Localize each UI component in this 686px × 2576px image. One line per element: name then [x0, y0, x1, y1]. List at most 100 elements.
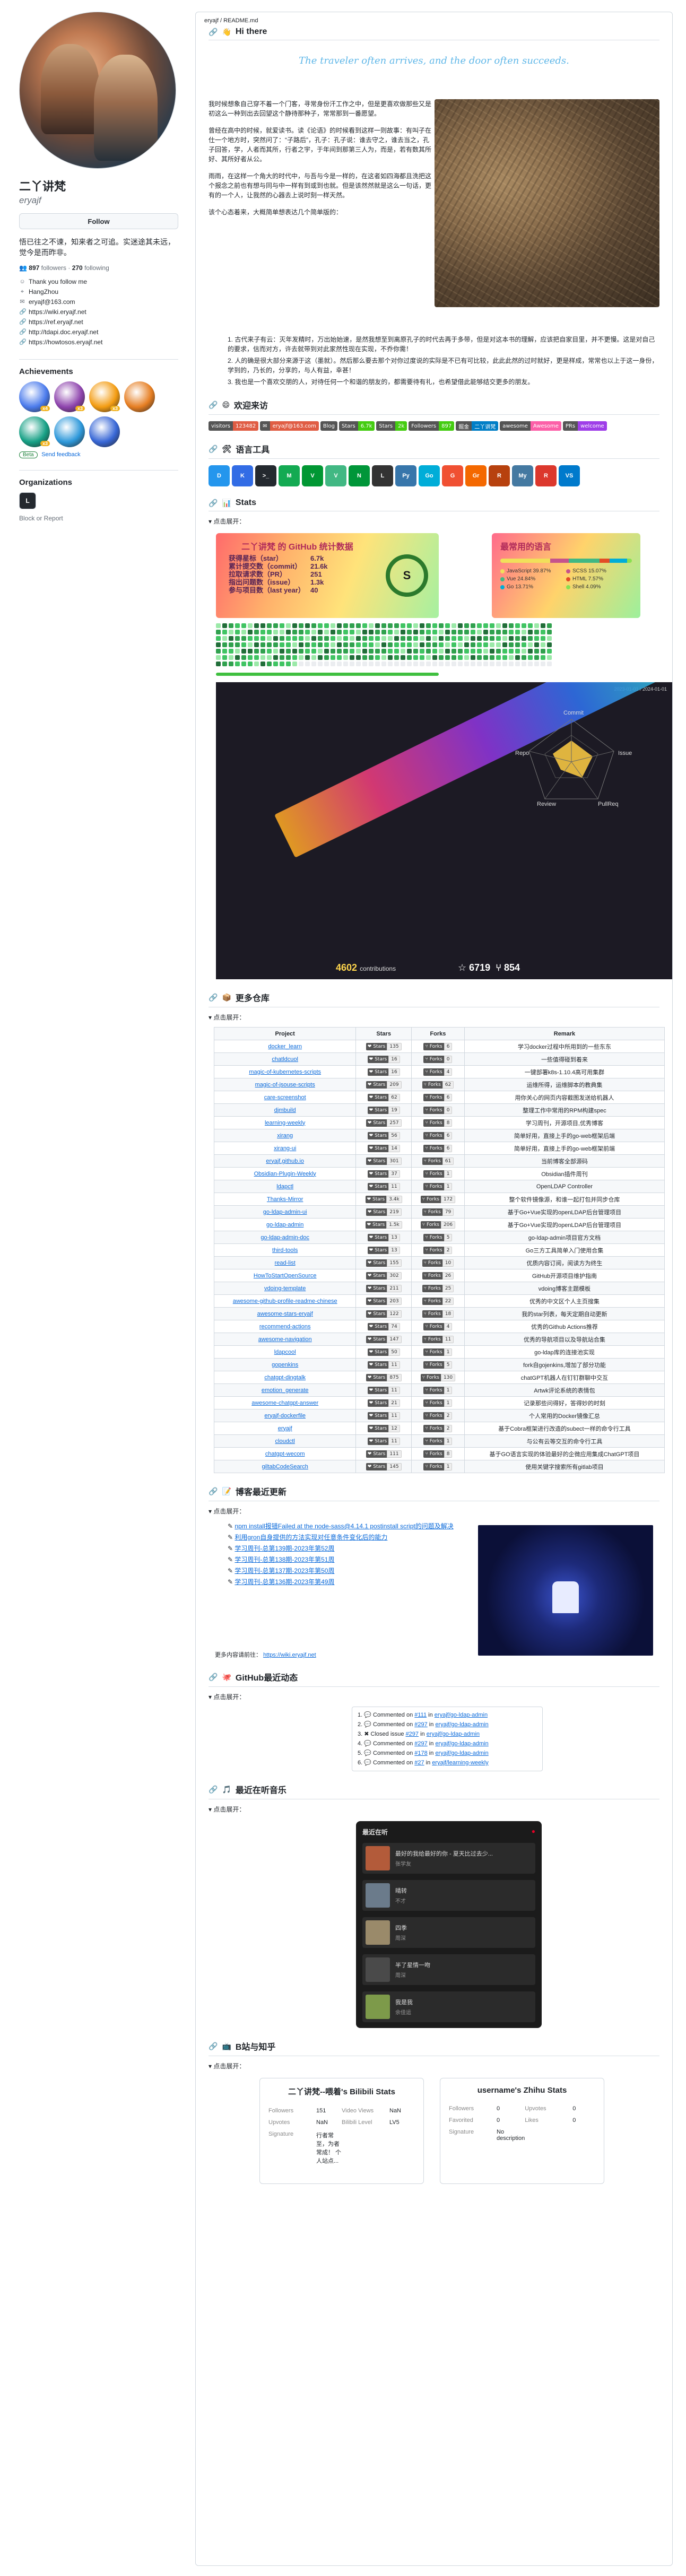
repo-link[interactable]: eryajf.github.io: [266, 1158, 304, 1164]
following-label[interactable]: following: [84, 264, 109, 272]
followers-label[interactable]: followers: [41, 264, 66, 272]
repo-link[interactable]: third-tools: [272, 1247, 298, 1254]
galaxy-brain-badge[interactable]: x3: [54, 381, 85, 412]
forks-badge[interactable]: ⑂ Forks 1: [423, 1386, 453, 1394]
stars-badge[interactable]: ❤ Stars 16: [367, 1055, 400, 1063]
repos-expand-toggle[interactable]: 点击展开：: [209, 1013, 659, 1022]
forks-badge[interactable]: ⑂ Forks 26: [422, 1272, 454, 1280]
stars-badge[interactable]: ❤ Stars 11: [367, 1437, 400, 1445]
stars-badge[interactable]: ❤ Stars 111: [366, 1450, 402, 1458]
stars-badge[interactable]: ❤ Stars 14: [367, 1144, 400, 1152]
repo-link[interactable]: xirang: [277, 1133, 293, 1139]
readme-path[interactable]: eryajf / README.md: [196, 12, 672, 27]
stars-badge[interactable]: ❤ Stars 11: [367, 1361, 400, 1369]
follow-button[interactable]: Follow: [19, 213, 178, 229]
activity-repo-link[interactable]: eryajf/go-ldap-admin: [435, 1712, 488, 1718]
following-count[interactable]: 270: [72, 264, 83, 272]
repo-link[interactable]: cloudctl: [275, 1438, 295, 1444]
repo-link[interactable]: ldapctl: [276, 1183, 293, 1190]
music-item[interactable]: 晴转 不才: [362, 1880, 535, 1911]
music-item[interactable]: 最好的我给最好的你 - 夏天比过去少... 张学友: [362, 1843, 535, 1874]
activity-expand-toggle[interactable]: 点击展开：: [209, 1692, 659, 1701]
send-feedback-link[interactable]: Send feedback: [41, 451, 80, 458]
forks-badge[interactable]: ⑂ Forks 172: [420, 1195, 456, 1203]
forks-badge[interactable]: ⑂ Forks 18: [422, 1310, 454, 1318]
repo-link[interactable]: vdoing-template: [264, 1285, 306, 1292]
forks-badge[interactable]: ⑂ Forks 0: [423, 1106, 453, 1114]
forks-badge[interactable]: ⑂ Forks 2: [423, 1246, 453, 1254]
activity-repo-link[interactable]: eryajf/go-ldap-admin: [435, 1750, 488, 1756]
starstruck-badge[interactable]: x3: [89, 381, 120, 412]
activity-issue-link[interactable]: #297: [414, 1721, 427, 1728]
repo-link[interactable]: care-screenshot: [264, 1094, 306, 1101]
repo-link[interactable]: chatgpt-wecom: [265, 1451, 305, 1457]
repo-link[interactable]: awesome-chatgpt-answer: [251, 1400, 318, 1406]
welcome-badge[interactable]: visitors 123482: [209, 421, 259, 431]
anchor-link-icon[interactable]: 🔗: [209, 445, 218, 454]
forks-badge[interactable]: ⑂ Forks 2: [423, 1412, 453, 1420]
music-item[interactable]: 半了星情一吻 周深: [362, 1954, 535, 1985]
anchor-link-icon[interactable]: 🔗: [209, 28, 218, 37]
stars-badge[interactable]: ❤ Stars 12: [367, 1424, 400, 1432]
forks-badge[interactable]: ⑂ Forks 5: [423, 1233, 453, 1241]
stars-badge[interactable]: ❤ Stars 203: [366, 1297, 402, 1305]
yolo-badge[interactable]: [124, 381, 155, 412]
arctic-code-vault-badge[interactable]: [89, 416, 120, 447]
welcome-badge[interactable]: 掘金 二丫讲梵: [456, 421, 499, 431]
profile-meta-text[interactable]: eryajf@163.com: [29, 297, 75, 307]
profile-meta-text[interactable]: https://ref.eryajf.net: [29, 317, 83, 327]
stars-badge[interactable]: ❤ Stars 302: [366, 1272, 402, 1280]
forks-badge[interactable]: ⑂ Forks 11: [422, 1335, 454, 1343]
stars-badge[interactable]: ❤ Stars 209: [366, 1081, 402, 1089]
blog-expand-toggle[interactable]: 点击展开：: [209, 1507, 659, 1516]
repo-link[interactable]: djmbuild: [274, 1107, 296, 1113]
forks-badge[interactable]: ⑂ Forks 62: [422, 1081, 454, 1089]
anchor-link-icon[interactable]: 🔗: [209, 1785, 218, 1794]
anchor-link-icon[interactable]: 🔗: [209, 993, 218, 1002]
stars-badge[interactable]: ❤ Stars 37: [367, 1170, 400, 1178]
social-expand-toggle[interactable]: 点击展开：: [209, 2061, 659, 2070]
stars-badge[interactable]: ❤ Stars 122: [366, 1310, 402, 1318]
stars-badge[interactable]: ❤ Stars 211: [366, 1284, 402, 1292]
profile-meta-text[interactable]: https://wiki.eryajf.net: [29, 307, 86, 317]
pair-extraordinaire-badge[interactable]: x3: [19, 416, 50, 447]
repo-link[interactable]: go-ldap-admin: [266, 1222, 303, 1228]
blog-post-link[interactable]: 利用gron自身提供的方法实现对任意条件变化后的能力: [235, 1534, 387, 1541]
block-report-link[interactable]: Block or Report: [19, 515, 178, 522]
repo-link[interactable]: Thanks-Mirror: [267, 1196, 303, 1203]
forks-badge[interactable]: ⑂ Forks 61: [422, 1157, 454, 1165]
stars-badge[interactable]: ❤ Stars 16: [367, 1068, 400, 1076]
activity-repo-link[interactable]: eryajf/go-ldap-admin: [435, 1740, 488, 1747]
stars-badge[interactable]: ❤ Stars 875: [366, 1373, 402, 1381]
repo-link[interactable]: awesome-navigation: [258, 1336, 312, 1343]
repo-link[interactable]: Obsidian-Plugin-Weekly: [254, 1171, 316, 1177]
welcome-badge[interactable]: ✉ eryajf@163.com: [260, 421, 319, 431]
forks-badge[interactable]: ⑂ Forks 8: [423, 1450, 453, 1458]
forks-badge[interactable]: ⑂ Forks 10: [422, 1259, 454, 1267]
repo-link[interactable]: magic-of-jsouse-scripts: [255, 1082, 315, 1088]
repo-link[interactable]: gopenkins: [272, 1362, 298, 1368]
stars-badge[interactable]: ❤ Stars 13: [367, 1233, 400, 1241]
forks-badge[interactable]: ⑂ Forks 79: [422, 1208, 454, 1216]
activity-repo-link[interactable]: eryajf/learning-weekly: [432, 1760, 488, 1766]
stars-badge[interactable]: ❤ Stars 135: [366, 1042, 402, 1050]
stars-badge[interactable]: ❤ Stars 147: [366, 1335, 402, 1343]
repo-link[interactable]: chatgpt-dingtalk: [264, 1374, 306, 1381]
repo-link[interactable]: giltabCodeSearch: [262, 1464, 308, 1470]
forks-badge[interactable]: ⑂ Forks 1: [423, 1182, 453, 1190]
profile-meta-text[interactable]: http://tdapi.doc.eryajf.net: [29, 327, 98, 337]
activity-issue-link[interactable]: #297: [414, 1740, 427, 1747]
forks-badge[interactable]: ⑂ Forks 6: [423, 1042, 453, 1050]
stats-expand-toggle[interactable]: 点击展开：: [209, 517, 659, 526]
anchor-link-icon[interactable]: 🔗: [209, 1487, 218, 1496]
stars-badge[interactable]: ❤ Stars 1.5k: [365, 1221, 402, 1229]
forks-badge[interactable]: ⑂ Forks 4: [423, 1322, 453, 1330]
blog-post-link[interactable]: 学习周刊-总第139期-2023年第52周: [235, 1545, 334, 1552]
repo-link[interactable]: eryajf-dockerfile: [264, 1413, 306, 1419]
status-emoji-icon[interactable]: 💬: [157, 145, 176, 164]
activity-issue-link[interactable]: #111: [414, 1712, 427, 1718]
anchor-link-icon[interactable]: 🔗: [209, 2042, 218, 2051]
forks-badge[interactable]: ⑂ Forks 1: [423, 1170, 453, 1178]
forks-badge[interactable]: ⑂ Forks 1: [423, 1437, 453, 1445]
forks-badge[interactable]: ⑂ Forks 1: [423, 1348, 453, 1356]
